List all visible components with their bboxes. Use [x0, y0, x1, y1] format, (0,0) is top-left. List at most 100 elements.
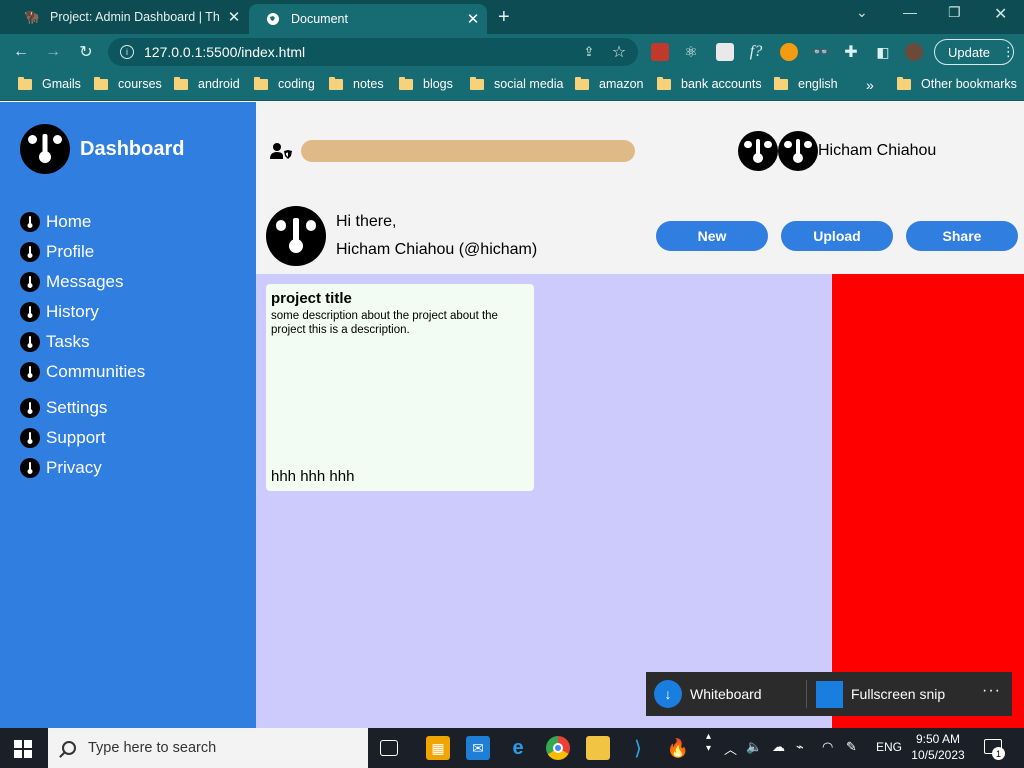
sidebar-item-label: Settings — [46, 398, 108, 417]
search-input[interactable] — [301, 140, 635, 162]
browser-tab-active[interactable]: Document ✕ — [249, 4, 487, 34]
bookmark-folder[interactable]: courses — [94, 76, 162, 91]
browser-tab-inactive[interactable]: 🦬 Project: Admin Dashboard | The O ✕ — [8, 0, 248, 34]
profile-avatar-icon[interactable] — [905, 43, 923, 61]
chrome-icon[interactable] — [546, 736, 570, 760]
fullscreen-snip-option[interactable]: Fullscreen snip — [851, 686, 945, 702]
extensions-puzzle-icon[interactable]: ✚ — [840, 41, 862, 63]
sidebar-logo[interactable]: Dashboard — [20, 124, 184, 174]
upload-button[interactable]: Upload — [781, 221, 893, 251]
notification-count-badge: 1 — [992, 747, 1005, 760]
close-window-icon[interactable]: ✕ — [994, 4, 1007, 24]
mail-icon[interactable]: ✉ — [466, 736, 490, 760]
bookmark-label: english — [798, 77, 838, 91]
new-button[interactable]: New — [656, 221, 768, 251]
folder-icon — [18, 76, 32, 90]
minimize-icon[interactable]: — — [903, 4, 917, 20]
bookmark-folder[interactable]: bank accounts — [657, 76, 762, 91]
snip-toast: ↓ Whiteboard Fullscreen snip ··· — [646, 672, 1012, 716]
project-description: some description about the project about… — [271, 310, 498, 336]
power-icon[interactable]: ⌁ — [796, 739, 804, 755]
user-menu[interactable]: Hicham Chiahou — [738, 131, 936, 171]
back-icon[interactable]: ← — [10, 41, 32, 63]
taskbar-search[interactable]: Type here to search — [48, 728, 368, 768]
url-text: 127.0.0.1:5500/index.html — [144, 44, 306, 60]
bookmark-folder[interactable]: social media — [470, 76, 564, 91]
react-devtools-icon[interactable]: ⚛ — [680, 41, 702, 63]
sidebar-item-tasks[interactable]: Tasks — [20, 332, 89, 352]
other-bookmarks-folder[interactable]: Other bookmarks — [897, 76, 1017, 91]
extension-glasses-icon[interactable]: 👓 — [810, 41, 832, 63]
project-title: project title — [271, 290, 352, 307]
formula-extension-icon[interactable]: f? — [745, 41, 767, 63]
clock[interactable]: 9:50 AM 10/5/2023 — [906, 731, 970, 763]
bookmark-folder[interactable]: blogs — [399, 76, 453, 91]
extension-trello-icon[interactable] — [716, 43, 734, 61]
sidebar-item-profile[interactable]: Profile — [20, 242, 94, 262]
pen-icon[interactable]: ✎ — [846, 739, 857, 755]
bookmark-folder[interactable]: Gmails — [18, 76, 81, 91]
more-options-button[interactable]: ··· — [982, 682, 1001, 700]
language-indicator[interactable]: ENG — [876, 740, 902, 754]
bookmark-folder[interactable]: coding — [254, 76, 315, 91]
sidebar-item-settings[interactable]: Settings — [20, 398, 107, 418]
new-tab-icon[interactable]: + — [498, 6, 510, 29]
bookmark-star-icon[interactable]: ☆ — [608, 41, 630, 63]
sidebar-item-messages[interactable]: Messages — [20, 272, 123, 292]
gauge-icon — [20, 398, 40, 418]
folder-icon — [657, 76, 671, 90]
bookmark-folder[interactable]: android — [174, 76, 240, 91]
gauge-icon — [20, 302, 40, 322]
sidebar-item-privacy[interactable]: Privacy — [20, 458, 102, 478]
bookmark-label: courses — [118, 77, 162, 91]
project-card[interactable]: project title some description about the… — [266, 284, 534, 491]
task-view-icon[interactable] — [380, 740, 398, 756]
whiteboard-option[interactable]: Whiteboard — [690, 686, 762, 702]
page-header: Hicham Chiahou Hi there, Hicham Chiahou … — [256, 102, 1024, 274]
show-hidden-icons-icon[interactable]: ︿ — [724, 739, 737, 758]
sidebar-item-home[interactable]: Home — [20, 212, 91, 232]
bookmark-label: Gmails — [42, 77, 81, 91]
close-tab-icon[interactable]: ✕ — [459, 10, 487, 28]
close-tab-icon[interactable]: ✕ — [220, 8, 248, 26]
windows-start-icon[interactable] — [14, 740, 32, 758]
sidebar-item-label: Home — [46, 212, 92, 231]
side-panel-icon[interactable]: ◧ — [872, 41, 894, 63]
sidebar-item-history[interactable]: History — [20, 302, 99, 322]
bookmarks-overflow-button[interactable]: » — [866, 77, 874, 93]
bookmark-label: social media — [494, 77, 564, 91]
extension-orange-icon[interactable] — [780, 43, 798, 61]
update-button[interactable]: Update ⋮ — [934, 39, 1015, 65]
site-info-icon[interactable]: i — [120, 45, 134, 59]
restore-icon[interactable]: ❐ — [948, 4, 961, 21]
sidebar-item-support[interactable]: Support — [20, 428, 106, 448]
address-bar[interactable]: i 127.0.0.1:5500/index.html — [108, 38, 638, 66]
forward-icon[interactable]: → — [42, 41, 64, 63]
gauge-icon — [20, 212, 40, 232]
bookmark-folder[interactable]: amazon — [575, 76, 643, 91]
taskbar-search-placeholder: Type here to search — [88, 740, 217, 756]
edge-icon[interactable]: e — [506, 736, 530, 760]
tab-search-chevron-icon[interactable]: ⌄ — [856, 4, 868, 21]
network-icon[interactable]: ◠ — [822, 739, 833, 755]
extension-book-icon[interactable] — [651, 43, 669, 61]
share-button[interactable]: Share — [906, 221, 1018, 251]
share-icon[interactable]: ⇪ — [578, 41, 600, 63]
scroll-arrows-icon[interactable]: ▴ ▾ — [706, 731, 711, 755]
onedrive-icon[interactable]: ☁ — [772, 739, 785, 755]
right-panel — [832, 274, 1024, 728]
dashboard-gauge-icon — [20, 124, 70, 174]
bookmark-folder[interactable]: english — [774, 76, 838, 91]
file-explorer-icon[interactable] — [586, 736, 610, 760]
reload-icon[interactable]: ↻ — [75, 41, 97, 63]
vscode-icon[interactable]: ⟩ — [626, 736, 650, 760]
update-label: Update — [948, 44, 990, 60]
sidebar-item-communities[interactable]: Communities — [20, 362, 145, 382]
flame-app-icon[interactable]: 🔥 — [666, 736, 690, 760]
bookmark-folder[interactable]: notes — [329, 76, 384, 91]
snip-thumbnail-icon[interactable] — [816, 681, 843, 708]
volume-icon[interactable]: 🔈 — [746, 739, 762, 755]
projects-area: project title some description about the… — [256, 274, 832, 728]
folder-icon — [94, 76, 108, 90]
microsoft-store-icon[interactable]: ▦ — [426, 736, 450, 760]
